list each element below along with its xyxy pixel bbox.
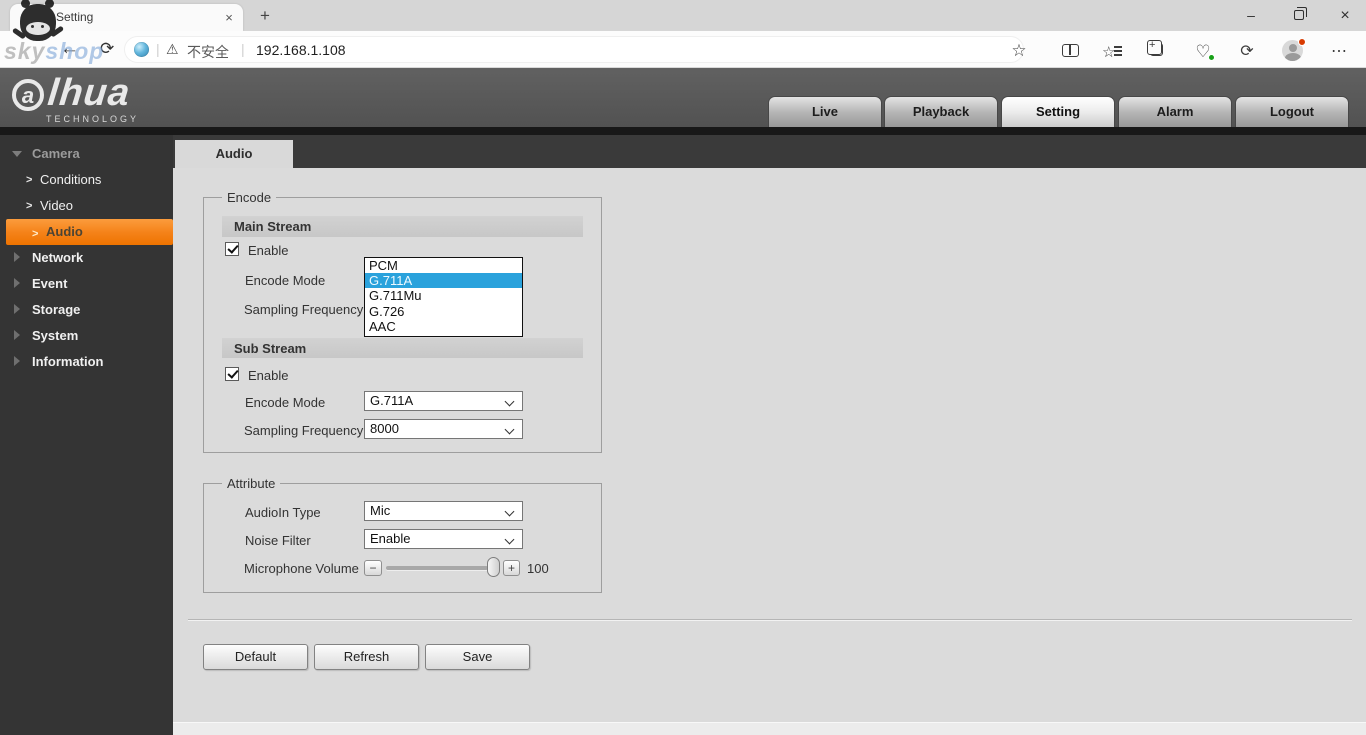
window-minimize-button[interactable]: – xyxy=(1240,8,1262,25)
sub-encode-mode-label: Encode Mode xyxy=(245,395,326,410)
chevron-right-icon: > xyxy=(26,200,33,212)
sidebar-item-camera[interactable]: Camera xyxy=(0,143,173,165)
tab-close-icon[interactable]: × xyxy=(220,9,238,27)
sub-stream-enable-checkbox[interactable] xyxy=(225,367,239,381)
dahua-logo-text: lhua xyxy=(45,72,133,114)
sub-sampling-select[interactable]: 8000 xyxy=(364,419,523,439)
list-option-g726[interactable]: G.726 xyxy=(365,304,522,319)
tab-title: Setting xyxy=(56,10,94,24)
volume-slider-handle[interactable] xyxy=(487,557,500,577)
essentials-status-dot xyxy=(1208,54,1215,61)
volume-plus-button[interactable]: + xyxy=(503,560,520,576)
default-button[interactable]: Default xyxy=(203,644,308,670)
attribute-legend: Attribute xyxy=(222,476,281,491)
warning-icon[interactable]: ⚠ xyxy=(166,41,179,58)
favorite-star-icon[interactable]: ☆ xyxy=(1008,40,1030,62)
header-bottom-strip xyxy=(0,127,1366,135)
main-sampling-label: Sampling Frequency xyxy=(244,302,364,317)
screen: Setting × + – × ← ⟳ | ⚠ 不安全 | 192.168.1.… xyxy=(0,0,1366,735)
sidebar-item-storage[interactable]: Storage xyxy=(0,299,173,321)
save-button[interactable]: Save xyxy=(425,644,530,670)
new-tab-button[interactable]: + xyxy=(255,6,275,26)
sub-encode-mode-select[interactable]: G.711A xyxy=(364,391,523,411)
sub-sampling-label: Sampling Frequency xyxy=(244,423,364,438)
noise-filter-label: Noise Filter xyxy=(245,533,311,548)
audioin-type-label: AudioIn Type xyxy=(245,505,321,520)
dahua-logo-icon: a xyxy=(12,79,44,111)
favorites-list-icon[interactable]: ☆ xyxy=(1102,42,1124,64)
list-option-g711mu[interactable]: G.711Mu xyxy=(365,288,522,303)
audioin-type-select[interactable]: Mic xyxy=(364,501,523,521)
profile-notification-dot xyxy=(1298,38,1306,46)
address-divider: | xyxy=(156,41,160,57)
watermark-mascot xyxy=(11,0,65,51)
address-divider2: | xyxy=(241,41,245,57)
browser-menu-icon[interactable]: ⋯ xyxy=(1328,41,1350,63)
window-restore-button[interactable] xyxy=(1294,7,1307,20)
list-option-pcm[interactable]: PCM xyxy=(365,258,522,273)
security-warning-text[interactable]: 不安全 xyxy=(187,42,229,62)
sidebar-item-audio-selected[interactable]: > Audio xyxy=(6,219,173,245)
noise-filter-select[interactable]: Enable xyxy=(364,529,523,549)
sidebar-item-network[interactable]: Network xyxy=(0,247,173,269)
actions-separator xyxy=(188,619,1352,621)
encode-legend: Encode xyxy=(222,190,277,205)
dahua-logo-subtext: TECHNOLOGY xyxy=(46,114,140,124)
sidebar-item-video[interactable]: > Video xyxy=(0,195,173,217)
list-option-aac[interactable]: AAC xyxy=(365,319,522,334)
collapsed-arrow-icon xyxy=(14,356,20,366)
site-favicon-globe-icon xyxy=(134,42,149,57)
collections-icon[interactable] xyxy=(1147,39,1163,56)
encode-mode-open-list[interactable]: PCM G.711A G.711Mu G.726 AAC xyxy=(364,257,523,337)
volume-minus-button[interactable]: − xyxy=(364,560,382,576)
sub-stream-enable-label: Enable xyxy=(248,368,289,383)
nav-logout-button[interactable]: Logout xyxy=(1235,96,1349,127)
list-option-g711a-selected[interactable]: G.711A xyxy=(365,273,522,289)
ie-mode-icon[interactable]: ⟳ xyxy=(1236,41,1258,63)
main-stream-enable-label: Enable xyxy=(248,243,289,258)
chevron-right-icon: > xyxy=(26,174,33,186)
main-stream-enable-checkbox[interactable] xyxy=(225,242,239,256)
sidebar-item-system[interactable]: System xyxy=(0,325,173,347)
sub-stream-header: Sub Stream xyxy=(222,338,583,358)
collapsed-arrow-icon xyxy=(14,278,20,288)
sidebar-item-information[interactable]: Information xyxy=(0,351,173,373)
sidebar-item-conditions[interactable]: > Conditions xyxy=(0,169,173,191)
nav-playback-button[interactable]: Playback xyxy=(884,96,998,127)
chevron-right-icon: > xyxy=(32,228,39,240)
main-stream-header: Main Stream xyxy=(222,216,583,237)
split-screen-icon[interactable] xyxy=(1062,44,1079,57)
main-encode-mode-label: Encode Mode xyxy=(245,273,326,288)
collapsed-arrow-icon xyxy=(14,330,20,340)
content-tab-strip xyxy=(173,135,1366,168)
sidebar-item-event[interactable]: Event xyxy=(0,273,173,295)
volume-value: 100 xyxy=(527,561,549,576)
url-text[interactable]: 192.168.1.108 xyxy=(256,42,346,58)
refresh-button[interactable]: Refresh xyxy=(314,644,419,670)
nav-setting-button[interactable]: Setting xyxy=(1001,96,1115,127)
volume-slider-track[interactable] xyxy=(386,566,488,570)
expand-arrow-icon xyxy=(12,151,22,157)
collapsed-arrow-icon xyxy=(14,304,20,314)
nav-alarm-button[interactable]: Alarm xyxy=(1118,96,1232,127)
tab-audio[interactable]: Audio xyxy=(175,140,293,168)
nav-live-button[interactable]: Live xyxy=(768,96,882,127)
mic-volume-label: Microphone Volume xyxy=(244,561,359,576)
page-bottom-strip xyxy=(173,722,1366,735)
collapsed-arrow-icon xyxy=(14,252,20,262)
window-close-button[interactable]: × xyxy=(1334,8,1356,25)
